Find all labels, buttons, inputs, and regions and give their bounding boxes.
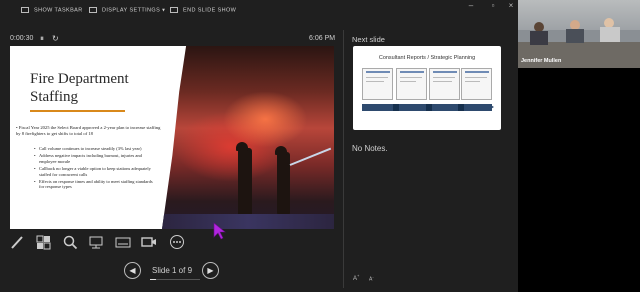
slide-title-line1: Fire Department — [30, 71, 129, 87]
show-taskbar-label: SHOW TASKBAR — [34, 7, 83, 14]
thumbnail-title: Consultant Reports / Strategic Planning — [378, 55, 476, 61]
end-slide-show-button[interactable]: END SLIDE SHOW — [170, 7, 236, 13]
firefighter-helmet — [236, 142, 248, 151]
water-stream — [289, 147, 332, 166]
end-show-icon — [170, 7, 178, 13]
slide-progress-bar — [150, 279, 200, 280]
slides-grid-icon[interactable] — [35, 234, 51, 250]
clock: 6:06 PM — [309, 35, 336, 42]
video-table — [518, 42, 640, 68]
more-icon[interactable] — [169, 234, 185, 250]
phase-text-line — [400, 77, 422, 78]
phase-rule — [465, 71, 489, 73]
next-slide-label: Next slide — [352, 35, 385, 44]
current-slide: Fire Department Staffing • Fiscal Year 2… — [10, 46, 334, 229]
phase-text-line — [465, 81, 480, 82]
presenter-topbar: SHOW TASKBAR DISPLAY SETTINGS ▾ END SLID… — [0, 0, 518, 26]
sub-bullet: Call volume continues to increase steadi… — [34, 146, 159, 152]
main-bullet: • Fiscal Year 2025 the Select Board appr… — [16, 125, 161, 136]
firefighter-helmet — [275, 146, 287, 155]
phase-text-line — [433, 81, 452, 82]
maximize-icon[interactable]: ▫ — [488, 2, 498, 10]
timeline-marker — [426, 104, 432, 111]
title-underline — [30, 110, 125, 112]
pen-icon[interactable] — [9, 234, 25, 250]
phase-text-line — [366, 81, 384, 82]
firefighter-figure — [277, 152, 290, 214]
phase-rule — [366, 71, 390, 73]
display-settings-button[interactable]: DISPLAY SETTINGS ▾ — [89, 7, 165, 13]
thumbnail-phase-box — [461, 68, 492, 100]
timeline-arrowhead — [489, 104, 494, 110]
phase-text-line — [366, 77, 388, 78]
subtitles-icon[interactable] — [115, 234, 131, 250]
participant-body — [566, 29, 584, 43]
sub-bullet: Effects on response times and ability to… — [34, 179, 159, 190]
slide-title-line2: Staffing — [30, 89, 79, 105]
firefighter-figure — [238, 148, 252, 216]
participant-video: Jennifer Mullen — [518, 0, 640, 68]
zoom-icon[interactable] — [62, 234, 78, 250]
phase-rule — [400, 71, 424, 73]
phase-text-line — [433, 77, 455, 78]
minimize-icon[interactable]: – — [466, 2, 476, 10]
increase-font-button[interactable]: A+ — [353, 273, 359, 282]
sub-bullet: Callback no longer a viable option to ke… — [34, 166, 159, 177]
slide-counter: Slide 1 of 9 — [152, 266, 193, 275]
thumbnail-phase-box — [429, 68, 460, 100]
participant-body — [600, 27, 620, 42]
next-slide-button[interactable]: ▶ — [202, 262, 219, 279]
camera-icon[interactable] — [141, 234, 157, 250]
mouse-cursor-icon — [213, 222, 227, 245]
previous-slide-button[interactable]: ◀ — [124, 262, 141, 279]
display-settings-label: DISPLAY SETTINGS ▾ — [102, 7, 166, 14]
timeline-marker — [458, 104, 464, 111]
slide-title: Fire Department Staffing — [30, 70, 129, 106]
participant-name: Jennifer Mullen — [521, 58, 562, 64]
restart-timer-icon[interactable]: ↻ — [52, 34, 59, 43]
next-slide-thumbnail[interactable]: Consultant Reports / Strategic Planning — [353, 46, 501, 130]
phase-text-line — [465, 77, 487, 78]
phase-rule — [433, 71, 457, 73]
taskbar-icon — [21, 7, 29, 13]
speaker-notes[interactable]: No Notes. — [352, 144, 388, 153]
pointer-screen-icon[interactable] — [88, 234, 104, 250]
fire-scene-photo — [162, 46, 334, 229]
phase-text-line — [400, 81, 416, 82]
decrease-font-button[interactable]: A- — [369, 274, 374, 283]
panel-divider[interactable] — [343, 30, 344, 288]
wet-ground — [162, 214, 334, 229]
timeline-marker — [393, 104, 399, 111]
sub-bullet: Address negative impacts including burno… — [34, 153, 159, 164]
end-slide-show-label: END SLIDE SHOW — [183, 7, 237, 14]
slide-progress-fill — [150, 279, 156, 280]
show-taskbar-button[interactable]: SHOW TASKBAR — [21, 7, 83, 13]
elapsed-timer: 0:00:30 — [10, 35, 34, 42]
main-bullet-text: Fiscal Year 2025 the Select Board approv… — [16, 125, 161, 136]
pause-icon[interactable]: ⏸ — [40, 34, 44, 44]
thumbnail-phase-box — [362, 68, 393, 100]
close-icon[interactable]: × — [506, 2, 516, 10]
sub-bullet-list: Call volume continues to increase steadi… — [34, 146, 159, 192]
video-panel-background — [518, 68, 640, 292]
thumbnail-phase-box — [396, 68, 427, 100]
display-icon — [89, 7, 97, 13]
participant-body — [530, 31, 548, 45]
